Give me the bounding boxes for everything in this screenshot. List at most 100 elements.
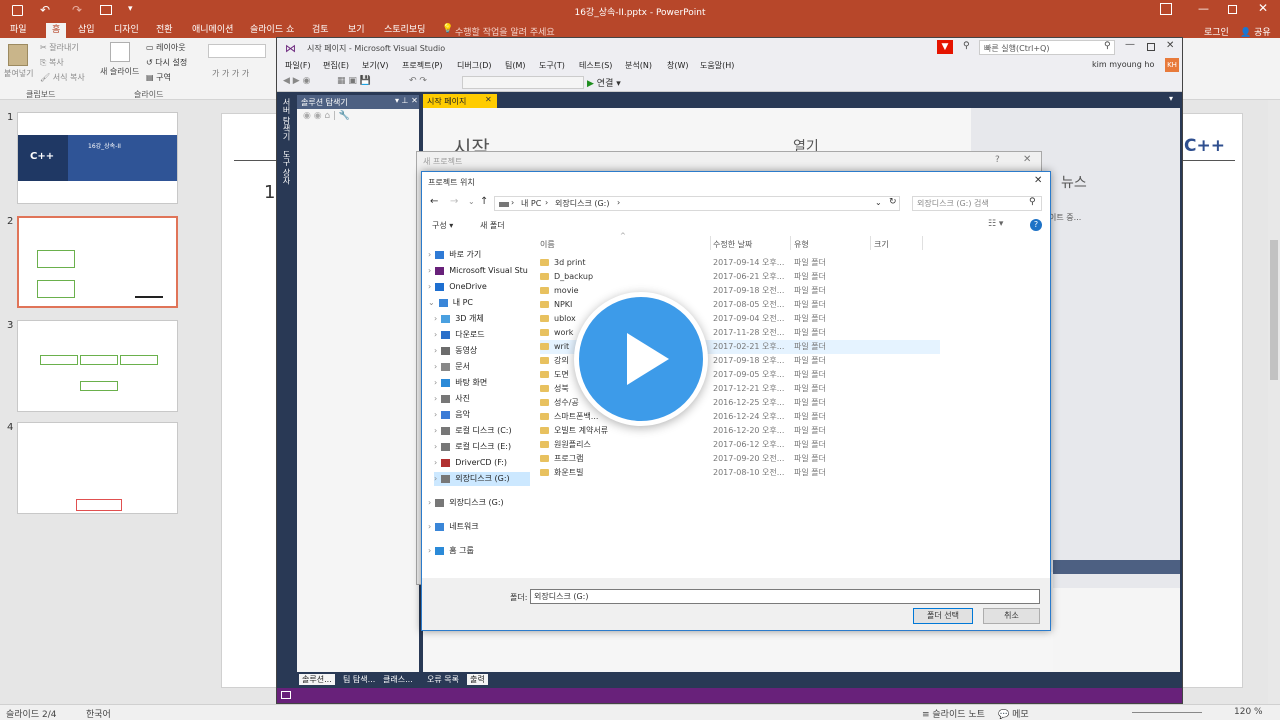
nav-item[interactable]: › 동영상 <box>434 344 477 358</box>
slide-thumbnail-3[interactable] <box>17 320 178 412</box>
close-button[interactable]: ✕ <box>1166 40 1174 51</box>
nav-item[interactable]: › Microsoft Visual Stu <box>428 264 528 278</box>
tab-team-explorer[interactable]: 팀 탐색... <box>343 674 375 685</box>
nav-item[interactable]: › 바로 가기 <box>428 248 481 262</box>
refresh-icon[interactable]: ↻ <box>889 197 897 207</box>
chevron-right-icon[interactable]: › <box>434 474 437 483</box>
chevron-right-icon[interactable]: › <box>428 282 431 291</box>
tab-overflow-icon[interactable]: ▾ <box>1169 94 1173 103</box>
nav-item[interactable]: › 다운로드 <box>434 328 485 342</box>
new-slide-label[interactable]: 새 슬라이드 <box>100 66 139 77</box>
tab-output[interactable]: 출력 <box>467 674 488 685</box>
file-row[interactable]: 화운트빌 2017-08-10 오전... 파일 폴더 <box>540 466 940 480</box>
back-icon[interactable]: ◀ ▶ ◉ <box>283 76 310 86</box>
paste-label[interactable]: 붙여넣기 <box>4 68 33 79</box>
tab-slideshow[interactable]: 슬라이드 쇼 <box>244 23 300 38</box>
file-row[interactable]: 오빌트 계약서류 2016-12-20 오후... 파일 폴더 <box>540 424 940 438</box>
restore-button[interactable] <box>1147 43 1155 51</box>
nav-item[interactable]: › 로컬 디스크 (C:) <box>434 424 512 438</box>
nav-item[interactable]: › 음악 <box>434 408 470 422</box>
nav-item[interactable]: › 사진 <box>434 392 470 406</box>
restore-button[interactable] <box>1228 5 1237 14</box>
chevron-right-icon[interactable]: › <box>434 394 437 403</box>
column-header-name[interactable]: 이름 <box>540 239 555 250</box>
minimize-button[interactable]: — <box>1125 39 1135 50</box>
select-folder-button[interactable]: 폴더 선택 <box>913 608 973 624</box>
chevron-right-icon[interactable]: › <box>428 266 431 275</box>
tab-error-list[interactable]: 오류 목록 <box>427 674 459 685</box>
column-header-size[interactable]: 크기 <box>874 239 889 250</box>
chevron-right-icon[interactable]: › <box>434 426 437 435</box>
menu-debug[interactable]: 디버그(D) <box>457 60 491 71</box>
new-slide-icon[interactable] <box>110 42 130 62</box>
copy-button[interactable]: ⎘ 복사 <box>40 57 64 68</box>
toolbox-tab[interactable]: 도구 상자 <box>281 150 292 185</box>
view-options-icon[interactable]: ☷ ▾ <box>988 219 1003 229</box>
menu-test[interactable]: 테스트(S) <box>579 60 612 71</box>
column-divider[interactable] <box>922 236 923 250</box>
dialog-close-button[interactable]: ✕ <box>1034 175 1042 186</box>
server-explorer-tab[interactable]: 서버 탐색기 <box>281 98 292 141</box>
file-row[interactable]: movie 2017-09-18 오전... 파일 폴더 <box>540 284 940 298</box>
column-divider[interactable] <box>710 236 711 250</box>
chevron-right-icon[interactable]: › <box>428 546 431 555</box>
menu-file[interactable]: 파일(F) <box>285 60 311 71</box>
slide-thumbnail-2[interactable] <box>17 216 178 308</box>
notification-flag-icon[interactable]: ▼ <box>937 40 953 54</box>
nav-item[interactable]: › 외장디스크 (G:) <box>428 496 504 510</box>
new-project-icon[interactable]: ▦ ▣ 💾 <box>337 76 371 86</box>
tab-view[interactable]: 보기 <box>342 23 371 38</box>
vs-user-avatar[interactable]: KH <box>1165 58 1179 72</box>
nav-item[interactable]: › 네트워크 <box>428 520 479 534</box>
nav-item[interactable]: › 3D 개체 <box>434 312 484 326</box>
breadcrumb-drive[interactable]: 외장디스크 (G:) <box>555 198 609 209</box>
breadcrumb-pc[interactable]: 내 PC <box>521 198 541 209</box>
tab-transitions[interactable]: 전환 <box>150 23 179 38</box>
section-button[interactable]: ▤ 구역 <box>146 72 171 83</box>
config-dropdown[interactable] <box>462 76 584 89</box>
new-project-close[interactable]: ✕ <box>1023 154 1031 165</box>
sign-in-link[interactable]: 로그인 <box>1204 25 1229 38</box>
tab-review[interactable]: 검토 <box>306 23 335 38</box>
chevron-right-icon[interactable]: › <box>434 410 437 419</box>
font-style-buttons[interactable]: 가 가 가 가 <box>212 68 249 79</box>
start-debug-button[interactable]: ▶ 연결 ▾ <box>587 76 621 89</box>
vs-user-name[interactable]: kim myoung ho <box>1092 60 1154 69</box>
chevron-right-icon[interactable]: › <box>434 378 437 387</box>
chevron-right-icon[interactable]: › <box>434 314 437 323</box>
chevron-right-icon[interactable]: › <box>428 498 431 507</box>
menu-view[interactable]: 보기(V) <box>362 60 388 71</box>
ribbon-options-icon[interactable] <box>1160 3 1172 15</box>
menu-tools[interactable]: 도구(T) <box>539 60 565 71</box>
layout-button[interactable]: ▭ 레이아웃 <box>146 42 186 53</box>
slide-thumbnail-1[interactable]: C++ 16강_상속-II <box>17 112 178 204</box>
menu-edit[interactable]: 편집(E) <box>323 60 349 71</box>
tab-design[interactable]: 디자인 <box>108 23 145 38</box>
reset-button[interactable]: ↺ 다시 설정 <box>146 57 187 68</box>
solution-toolbar-icons[interactable]: ◉ ◉ ⌂ | 🔧 <box>303 111 350 121</box>
column-header-type[interactable]: 유형 <box>794 239 809 250</box>
feedback-icon[interactable]: ⚲ <box>963 41 970 51</box>
chevron-right-icon[interactable]: › <box>434 346 437 355</box>
start-page-tab[interactable]: 시작 페이지 ✕ <box>423 94 497 108</box>
organize-button[interactable]: 구성 ▾ <box>432 220 453 231</box>
new-folder-button[interactable]: 새 폴더 <box>480 220 505 231</box>
cancel-button[interactable]: 취소 <box>983 608 1040 624</box>
file-row[interactable]: 원원플리스 2017-06-12 오후... 파일 폴더 <box>540 438 940 452</box>
chevron-down-icon[interactable]: ⌄ <box>428 298 435 307</box>
back-arrow-icon[interactable]: ← <box>430 196 438 207</box>
font-name-box[interactable] <box>208 44 266 58</box>
nav-item[interactable]: › 외장디스크 (G:) <box>434 472 530 486</box>
scroll-thumb[interactable] <box>1270 240 1278 380</box>
chevron-right-icon[interactable]: › <box>434 362 437 371</box>
menu-help[interactable]: 도움말(H) <box>700 60 734 71</box>
new-project-help[interactable]: ? <box>995 155 1000 165</box>
chevron-right-icon[interactable]: › <box>428 250 431 259</box>
cut-button[interactable]: ✂ 잘라내기 <box>40 42 79 53</box>
comments-button[interactable]: 💬 메모 <box>998 707 1029 720</box>
tab-class-view[interactable]: 클래스... <box>383 674 413 685</box>
folder-input[interactable]: 외장디스크 (G:) <box>530 589 1040 604</box>
quick-launch-box[interactable]: 빠른 실행(Ctrl+Q) ⚲ <box>979 40 1115 55</box>
language-indicator[interactable]: 한국어 <box>86 707 111 720</box>
tab-file[interactable]: 파일 <box>4 23 33 38</box>
